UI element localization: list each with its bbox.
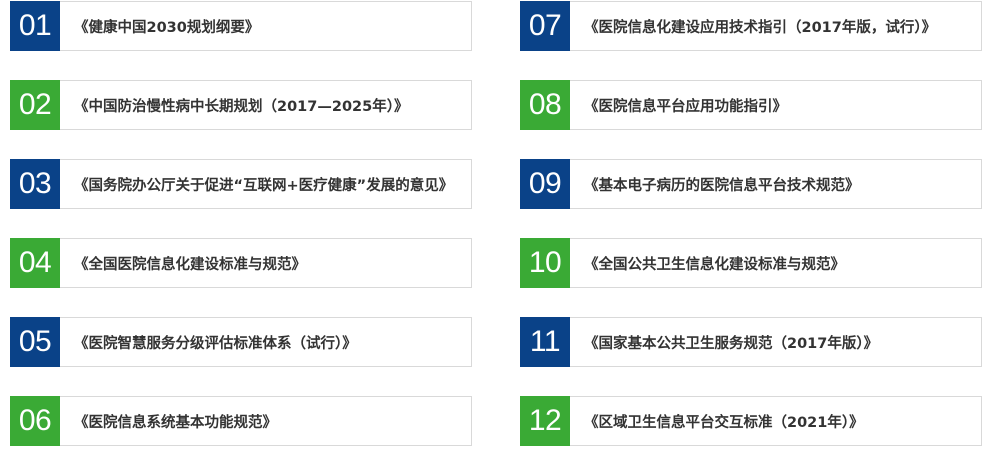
item-number: 06 — [10, 396, 60, 446]
item-title: 《医院智慧服务分级评估标准体系（试行）》 — [60, 317, 472, 367]
item-number: 10 — [520, 238, 570, 288]
list-item-08[interactable]: 08 《医院信息平台应用功能指引》 — [520, 80, 982, 130]
list-item-10[interactable]: 10 《全国公共卫生信息化建设标准与规范》 — [520, 238, 982, 288]
item-title: 《国家基本公共卫生服务规范（2017年版）》 — [570, 317, 982, 367]
item-title: 《医院信息化建设应用技术指引（2017年版，试行）》 — [570, 1, 982, 51]
item-number: 09 — [520, 159, 570, 209]
item-title: 《医院信息平台应用功能指引》 — [570, 80, 982, 130]
item-number: 02 — [10, 80, 60, 130]
item-number: 11 — [520, 317, 570, 367]
item-title: 《医院信息系统基本功能规范》 — [60, 396, 472, 446]
item-number: 03 — [10, 159, 60, 209]
list-item-03[interactable]: 03 《国务院办公厅关于促进“互联网+医疗健康”发展的意见》 — [10, 159, 472, 209]
left-column: 01 《健康中国2030规划纲要》 02 《中国防治慢性病中长期规划（2017—… — [10, 1, 472, 457]
list-item-04[interactable]: 04 《全国医院信息化建设标准与规范》 — [10, 238, 472, 288]
item-number: 04 — [10, 238, 60, 288]
list-item-09[interactable]: 09 《基本电子病历的医院信息平台技术规范》 — [520, 159, 982, 209]
item-title: 《全国公共卫生信息化建设标准与规范》 — [570, 238, 982, 288]
item-number: 08 — [520, 80, 570, 130]
right-column: 07 《医院信息化建设应用技术指引（2017年版，试行）》 08 《医院信息平台… — [520, 1, 982, 457]
list-item-07[interactable]: 07 《医院信息化建设应用技术指引（2017年版，试行）》 — [520, 1, 982, 51]
item-title: 《基本电子病历的医院信息平台技术规范》 — [570, 159, 982, 209]
item-number: 01 — [10, 1, 60, 51]
item-title: 《国务院办公厅关于促进“互联网+医疗健康”发展的意见》 — [60, 159, 472, 209]
item-title: 《中国防治慢性病中长期规划（2017—2025年）》 — [60, 80, 472, 130]
item-number: 07 — [520, 1, 570, 51]
list-item-11[interactable]: 11 《国家基本公共卫生服务规范（2017年版）》 — [520, 317, 982, 367]
list-item-12[interactable]: 12 《区域卫生信息平台交互标准（2021年）》 — [520, 396, 982, 446]
list-item-06[interactable]: 06 《医院信息系统基本功能规范》 — [10, 396, 472, 446]
standards-list-page: 01 《健康中国2030规划纲要》 02 《中国防治慢性病中长期规划（2017—… — [0, 0, 982, 457]
item-title: 《健康中国2030规划纲要》 — [60, 1, 472, 51]
item-number: 05 — [10, 317, 60, 367]
item-title: 《全国医院信息化建设标准与规范》 — [60, 238, 472, 288]
list-item-05[interactable]: 05 《医院智慧服务分级评估标准体系（试行）》 — [10, 317, 472, 367]
item-number: 12 — [520, 396, 570, 446]
item-title: 《区域卫生信息平台交互标准（2021年）》 — [570, 396, 982, 446]
list-item-02[interactable]: 02 《中国防治慢性病中长期规划（2017—2025年）》 — [10, 80, 472, 130]
list-item-01[interactable]: 01 《健康中国2030规划纲要》 — [10, 1, 472, 51]
